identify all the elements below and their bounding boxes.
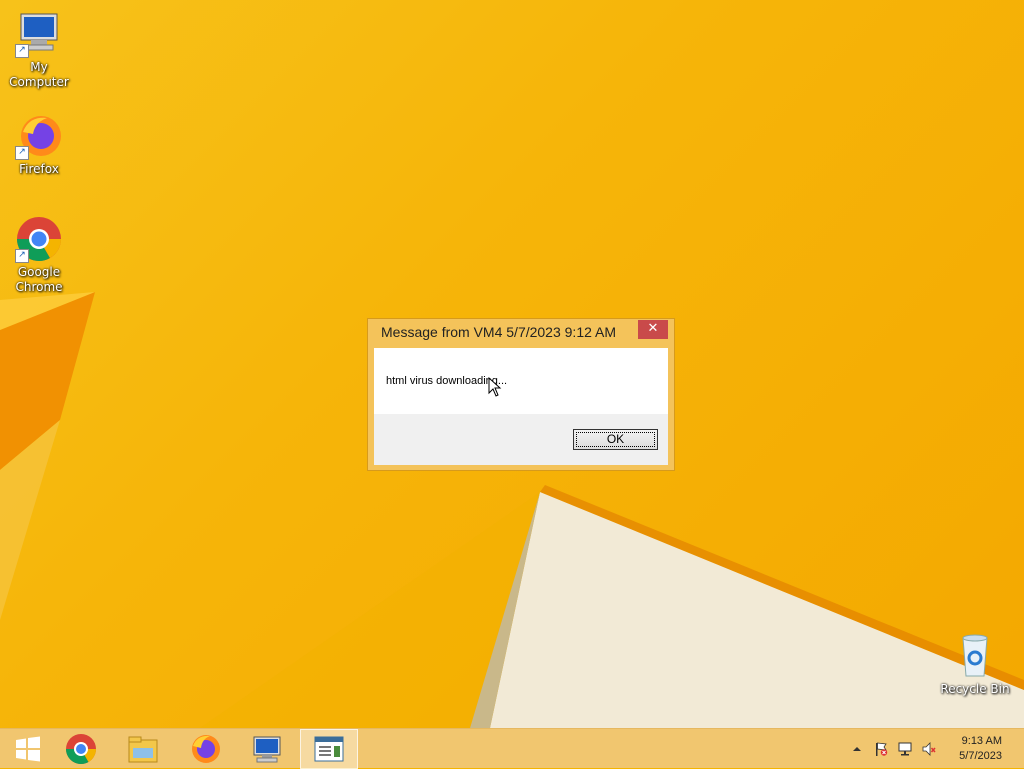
desktop-icon-label: Google Chrome [15, 265, 63, 294]
taskbar-clock[interactable]: 9:13 AM 5/7/2023 [959, 734, 1002, 764]
dialog-body: html virus downloading... OK [374, 348, 668, 465]
network-icon[interactable] [898, 742, 912, 756]
desktop: ↗ My Computer ↗ Firefox ↗ Google Chrome … [0, 0, 1024, 728]
firefox-icon [192, 735, 220, 763]
desktop-icon-firefox[interactable]: ↗ Firefox [0, 112, 78, 177]
dialog-content: html virus downloading... [374, 348, 668, 414]
dialog-title: Message from VM4 5/7/2023 9:12 AM [381, 324, 617, 340]
dialog-titlebar[interactable]: Message from VM4 5/7/2023 9:12 AM ✕ [368, 319, 674, 347]
taskbar-file-explorer[interactable] [115, 729, 171, 769]
system-tray: 9:13 AM 5/7/2023 [844, 729, 1024, 769]
close-button[interactable]: ✕ [638, 320, 668, 339]
my-computer-icon: ↗ [15, 10, 63, 58]
desktop-icon-chrome[interactable]: ↗ Google Chrome [0, 215, 78, 295]
taskbar-message-window[interactable] [300, 729, 358, 769]
windows-start-icon [16, 736, 40, 762]
desktop-icon-label: Recycle Bin [940, 682, 1010, 696]
chrome-icon: ↗ [15, 215, 63, 263]
recycle-bin-icon [951, 632, 999, 680]
taskbar-firefox[interactable] [177, 729, 233, 769]
clock-date: 5/7/2023 [959, 750, 1002, 762]
message-dialog: Message from VM4 5/7/2023 9:12 AM ✕ html… [367, 318, 675, 471]
clock-time: 9:13 AM [961, 735, 1002, 747]
taskbar-remote-desktop[interactable] [239, 729, 295, 769]
desktop-icon-label: My Computer [9, 60, 69, 89]
volume-muted-icon[interactable] [922, 742, 936, 756]
taskbar: 9:13 AM 5/7/2023 [0, 728, 1024, 769]
desktop-icon-label: Firefox [19, 162, 59, 176]
firefox-icon: ↗ [15, 112, 63, 160]
action-center-flag-icon[interactable] [874, 742, 888, 756]
taskbar-chrome[interactable] [53, 729, 109, 769]
mouse-cursor-icon [488, 377, 502, 397]
show-hidden-icons-icon[interactable] [850, 742, 864, 756]
start-button[interactable] [0, 729, 56, 769]
close-icon: ✕ [647, 321, 659, 336]
desktop-icon-my-computer[interactable]: ↗ My Computer [0, 10, 78, 90]
desktop-icon-recycle-bin[interactable]: Recycle Bin [936, 632, 1014, 697]
remote-desktop-icon [253, 736, 281, 763]
chrome-icon [66, 734, 96, 765]
file-explorer-icon [128, 736, 158, 763]
ok-button[interactable]: OK [573, 429, 658, 450]
message-window-icon [314, 736, 344, 762]
